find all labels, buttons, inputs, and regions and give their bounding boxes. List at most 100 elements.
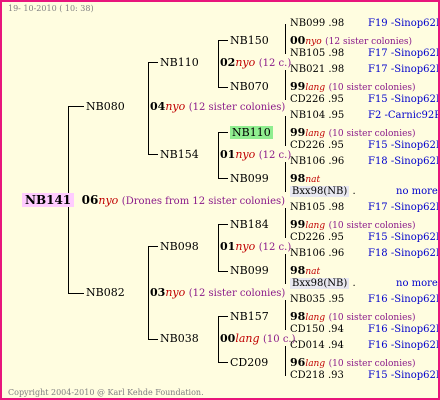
tree-line xyxy=(148,62,149,154)
gen4-ref: F15 -Sinop62R xyxy=(368,370,440,381)
tree-line xyxy=(285,300,286,330)
gen2-info: 02nyo (12 c.) xyxy=(220,56,291,70)
gen2-note: (12 c.) xyxy=(258,58,292,69)
gen2-note: (12 c.) xyxy=(258,242,292,253)
gen4-value: .96 xyxy=(328,156,345,167)
gen4-ref: F17 -Sinop62R xyxy=(368,48,440,59)
gen3-year: 99 xyxy=(290,80,306,93)
tree-line xyxy=(148,246,149,339)
tree-line xyxy=(148,339,158,340)
tree-line xyxy=(68,293,84,294)
tree-line xyxy=(218,362,228,363)
gen4-id: CD226 xyxy=(290,140,325,151)
gen4-id: NB099 xyxy=(290,18,326,29)
gen1-mark: nyo xyxy=(165,286,186,299)
gen2-info: 00lang (10 c.) xyxy=(220,332,296,346)
gen2-id: NB154 xyxy=(160,148,199,161)
tree-line xyxy=(218,224,219,271)
gen3-id: NB099 xyxy=(230,172,269,185)
gen1-info: 04nyo (12 sister colonies) xyxy=(150,100,285,114)
tree-line xyxy=(68,106,84,107)
root-year: 06 xyxy=(81,193,99,207)
gen3-mark: nat xyxy=(305,267,321,277)
gen3-year: 98 xyxy=(290,310,306,323)
gen3-year: 96 xyxy=(290,356,306,369)
gen4-id: CD150 xyxy=(290,324,325,335)
gen3-mark: nyo xyxy=(305,37,322,47)
gen2-id: NB038 xyxy=(160,332,199,345)
gen3-id: NB184 xyxy=(230,218,269,231)
root-mark: nyo xyxy=(98,194,119,207)
tree-line xyxy=(285,70,286,100)
gen4-id: Bxx98(NB) xyxy=(290,186,350,197)
tree-line xyxy=(218,87,228,88)
gen4-id: CD218 xyxy=(290,370,325,381)
gen4-id: CD226 xyxy=(290,94,325,105)
gen2-year: 02 xyxy=(220,56,236,69)
gen4-value: .95 xyxy=(327,140,344,151)
gen4-row: CD226 .95 xyxy=(290,93,344,106)
gen2-note: (12 c.) xyxy=(258,150,292,161)
gen3-note: (10 sister colonies) xyxy=(328,313,416,323)
tree-line xyxy=(285,254,286,284)
gen3-note: (10 sister colonies) xyxy=(328,359,416,369)
tree-line xyxy=(148,154,158,155)
gen4-ref: F16 -Sinop62R xyxy=(368,294,440,305)
gen4-row: NB099 .98 xyxy=(290,17,344,30)
gen4-row: NB021 .98 xyxy=(290,63,344,76)
gen4-ref: F18 -Sinop62R xyxy=(368,156,440,167)
gen2-mark: nyo xyxy=(235,240,256,253)
gen3-note: (10 sister colonies) xyxy=(328,129,416,139)
gen4-row: NB106 .96 xyxy=(290,247,344,260)
gen4-ref: F15 -Sinop62R xyxy=(368,140,440,151)
gen4-value: .98 xyxy=(328,18,345,29)
tree-line xyxy=(218,271,228,272)
gen4-value: .95 xyxy=(328,294,345,305)
gen2-id: NB098 xyxy=(160,240,199,253)
gen4-id: NB021 xyxy=(290,64,326,75)
gen4-ref: F16 -Sinop62R xyxy=(368,324,440,335)
gen3-year: 98 xyxy=(290,264,306,277)
gen4-value: .98 xyxy=(328,64,345,75)
tree-line xyxy=(218,316,219,362)
gen4-value: .94 xyxy=(327,324,344,335)
gen4-id: NB104 xyxy=(290,110,326,121)
gen3-mark: lang xyxy=(305,313,326,323)
root-note: (Drones from 12 sister colonies) xyxy=(121,196,286,207)
gen4-row: NB106 .96 xyxy=(290,155,344,168)
gen3-id: NB099 xyxy=(230,264,269,277)
gen4-row: CD218 .93 xyxy=(290,369,344,382)
gen4-row: Bxx98(NB) . xyxy=(290,277,356,290)
gen4-row: CD226 .95 xyxy=(290,231,344,244)
gen4-id: NB106 xyxy=(290,248,326,259)
gen4-ref: no more xyxy=(396,186,438,197)
gen4-value: .95 xyxy=(328,110,345,121)
tree-line xyxy=(218,316,228,317)
root-queen: NB141 06nyo (Drones from 12 sister colon… xyxy=(22,193,286,208)
tree-line xyxy=(218,178,228,179)
gen3-mark: lang xyxy=(305,83,326,93)
root-id: NB141 xyxy=(22,193,75,207)
gen3-mark: lang xyxy=(305,359,326,369)
gen4-value: .94 xyxy=(327,340,344,351)
gen4-value: .95 xyxy=(327,94,344,105)
gen4-row: NB035 .95 xyxy=(290,293,344,306)
copyright-note: Copyright 2004-2010 @ Karl Kehde Foundat… xyxy=(8,388,204,397)
gen3-note: (12 sister colonies) xyxy=(325,37,413,47)
tree-line xyxy=(285,162,286,192)
gen2-id: NB110 xyxy=(160,56,199,69)
gen3-year: 99 xyxy=(290,126,306,139)
gen3-id: NB110 xyxy=(230,126,273,139)
gen1-year: 04 xyxy=(150,100,166,113)
gen1-note: (12 sister colonies) xyxy=(188,288,286,299)
gen4-ref: F16 -Sinop62R xyxy=(368,340,440,351)
gen4-row: CD014 .94 xyxy=(290,339,344,352)
gen3-mark: lang xyxy=(305,129,326,139)
tree-line xyxy=(285,116,286,146)
gen3-mark: nat xyxy=(305,175,321,185)
gen4-value: .98 xyxy=(328,48,345,59)
gen1-mark: nyo xyxy=(165,100,186,113)
gen2-mark: nyo xyxy=(235,56,256,69)
gen2-year: 01 xyxy=(220,148,236,161)
gen3-id: NB070 xyxy=(230,80,269,93)
